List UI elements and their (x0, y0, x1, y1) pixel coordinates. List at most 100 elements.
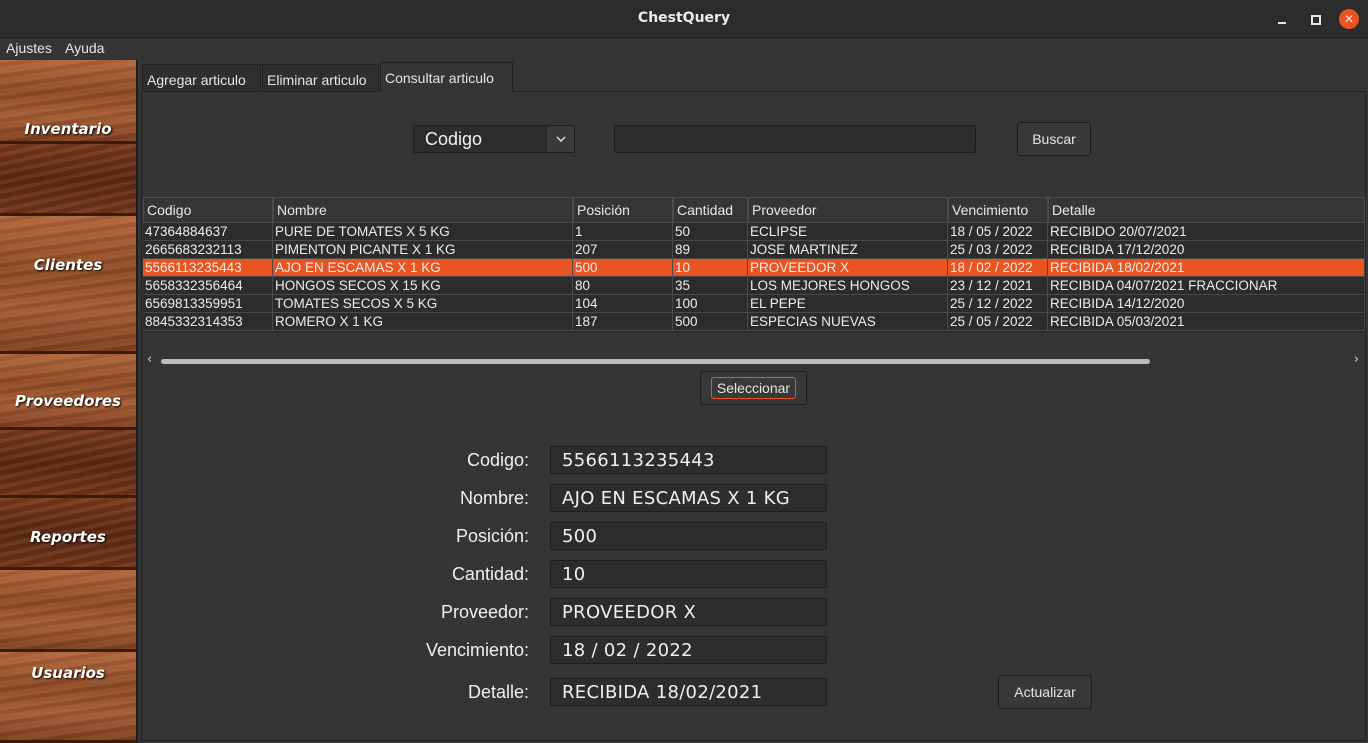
cell-vencimiento[interactable]: 25 / 12 / 2022 (948, 295, 1048, 313)
label-vencimiento: Vencimiento: (425, 640, 529, 660)
cell-posicion[interactable]: 187 (573, 313, 673, 331)
label-detalle: Detalle: (467, 682, 529, 702)
cell-codigo[interactable]: 2665683232113 (143, 241, 273, 259)
label-cantidad: Cantidad: (451, 564, 529, 584)
nombre-field[interactable]: AJO EN ESCAMAS X 1 KG (550, 484, 827, 512)
column-header-codigo[interactable]: Codigo (143, 197, 273, 223)
cell-cantidad[interactable]: 89 (673, 241, 748, 259)
close-icon[interactable]: ✕ (1339, 9, 1359, 29)
scroll-right-icon[interactable]: › (1354, 352, 1359, 367)
column-header-detalle[interactable]: Detalle (1048, 197, 1365, 223)
cell-nombre[interactable]: PIMENTON PICANTE X 1 KG (273, 241, 573, 259)
cell-detalle[interactable]: RECIBIDA 04/07/2021 FRACCIONAR (1048, 277, 1365, 295)
search-input[interactable] (614, 125, 976, 153)
scroll-left-icon[interactable]: ‹ (147, 352, 152, 367)
proveedor-field[interactable]: PROVEEDOR X (550, 598, 827, 626)
menu-ayuda[interactable]: Ayuda (65, 40, 104, 56)
window-title: ChestQuery (637, 10, 731, 26)
column-header-posicion[interactable]: Posición (573, 197, 673, 223)
update-button[interactable]: Actualizar (998, 675, 1092, 709)
cell-posicion[interactable]: 207 (573, 241, 673, 259)
title-bar[interactable]: ChestQuery ✕ (0, 0, 1368, 38)
label-posicion: Posición: (455, 526, 529, 546)
chevron-down-icon[interactable] (546, 126, 574, 152)
cell-nombre[interactable]: TOMATES SECOS X 5 KG (273, 295, 573, 313)
table-header: Codigo Nombre Posición Cantidad Proveedor Ven… (143, 197, 1365, 223)
cell-proveedor[interactable]: EL PEPE (748, 295, 948, 313)
cell-posicion[interactable]: 104 (573, 295, 673, 313)
cell-cantidad[interactable]: 100 (673, 295, 748, 313)
cantidad-field[interactable]: 10 (550, 560, 827, 588)
cell-proveedor[interactable]: PROVEEDOR X (748, 259, 948, 277)
scroll-track[interactable] (161, 359, 1353, 364)
search-field-select[interactable]: Codigo (413, 125, 575, 153)
tab-eliminar-articulo[interactable]: Eliminar articulo (262, 64, 379, 92)
cell-cantidad[interactable]: 35 (673, 277, 748, 295)
cell-codigo[interactable]: 8845332314353 (143, 313, 273, 331)
cell-vencimiento[interactable]: 25 / 05 / 2022 (948, 313, 1048, 331)
cell-proveedor[interactable]: JOSE MARTINEZ (748, 241, 948, 259)
table-row[interactable]: 6569813359951 TOMATES SECOS X 5 KG 104 100 E… (143, 295, 1365, 313)
cell-detalle[interactable]: RECIBIDA 05/03/2021 (1048, 313, 1365, 331)
cell-detalle[interactable]: RECIBIDA 18/02/2021 (1048, 259, 1365, 277)
detalle-field[interactable]: RECIBIDA 18/02/2021 (550, 678, 827, 706)
wood-plank (0, 144, 136, 216)
cell-nombre[interactable]: ROMERO X 1 KG (273, 313, 573, 331)
horizontal-scrollbar[interactable]: ‹ › (143, 352, 1365, 370)
table-row[interactable]: 5658332356464 HONGOS SECOS X 15 KG 80 35 LOS… (143, 277, 1365, 295)
label-nombre: Nombre: (459, 488, 529, 508)
cell-vencimiento[interactable]: 18 / 05 / 2022 (948, 223, 1048, 241)
vencimiento-field[interactable]: 18 / 02 / 2022 (550, 636, 827, 664)
sidebar-item-usuarios[interactable]: Usuarios (0, 664, 136, 682)
cell-detalle[interactable]: RECIBIDA 17/12/2020 (1048, 241, 1365, 259)
cell-vencimiento[interactable]: 18 / 02 / 2022 (948, 259, 1048, 277)
table-row[interactable]: 5566113235443 AJO EN ESCAMAS X 1 KG 500 10 P… (143, 259, 1365, 277)
cell-nombre[interactable]: PURE DE TOMATES X 5 KG (273, 223, 573, 241)
cell-vencimiento[interactable]: 25 / 03 / 2022 (948, 241, 1048, 259)
cell-posicion[interactable]: 80 (573, 277, 673, 295)
cell-codigo[interactable]: 6569813359951 (143, 295, 273, 313)
cell-codigo[interactable]: 47364884637 (143, 223, 273, 241)
cell-nombre[interactable]: AJO EN ESCAMAS X 1 KG (273, 259, 573, 277)
cell-proveedor[interactable]: ESPECIAS NUEVAS (748, 313, 948, 331)
articles-table: Codigo Nombre Posición Cantidad Proveedor Ven… (143, 197, 1365, 333)
cell-nombre[interactable]: HONGOS SECOS X 15 KG (273, 277, 573, 295)
wood-plank (0, 216, 136, 354)
sidebar-item-reportes[interactable]: Reportes (0, 528, 136, 546)
maximize-icon[interactable] (1305, 9, 1325, 29)
column-header-cantidad[interactable]: Cantidad (673, 197, 748, 223)
cell-detalle[interactable]: RECIBIDA 14/12/2020 (1048, 295, 1365, 313)
tab-agregar-articulo[interactable]: Agregar articulo (142, 64, 261, 92)
cell-proveedor[interactable]: ECLIPSE (748, 223, 948, 241)
cell-posicion[interactable]: 500 (573, 259, 673, 277)
cell-detalle[interactable]: RECIBIDO 20/07/2021 (1048, 223, 1365, 241)
cell-codigo[interactable]: 5566113235443 (143, 259, 273, 277)
table-row[interactable]: 8845332314353 ROMERO X 1 KG 187 500 ESPECIAS… (143, 313, 1365, 331)
sidebar-item-clientes[interactable]: Clientes (0, 256, 136, 274)
tab-consultar-articulo[interactable]: Consultar articulo (380, 62, 513, 92)
cell-posicion[interactable]: 1 (573, 223, 673, 241)
cell-codigo[interactable]: 5658332356464 (143, 277, 273, 295)
column-header-proveedor[interactable]: Proveedor (748, 197, 948, 223)
label-proveedor: Proveedor: (440, 602, 529, 622)
select-button[interactable]: Seleccionar (700, 371, 807, 405)
cell-cantidad[interactable]: 500 (673, 313, 748, 331)
menu-ajustes[interactable]: Ajustes (6, 40, 52, 56)
cell-cantidad[interactable]: 50 (673, 223, 748, 241)
sidebar-item-proveedores[interactable]: Proveedores (0, 392, 136, 410)
table-row[interactable]: 47364884637 PURE DE TOMATES X 5 KG 1 50 ECLI… (143, 223, 1365, 241)
posicion-field[interactable]: 500 (550, 522, 827, 550)
scroll-thumb[interactable] (161, 359, 1151, 364)
menu-bar: Ajustes Ayuda (0, 38, 1368, 60)
table-row[interactable]: 2665683232113 PIMENTON PICANTE X 1 KG 207 8… (143, 241, 1365, 259)
codigo-field[interactable]: 5566113235443 (550, 446, 827, 474)
cell-cantidad[interactable]: 10 (673, 259, 748, 277)
column-header-nombre[interactable]: Nombre (273, 197, 573, 223)
minimize-icon[interactable] (1272, 9, 1292, 29)
sidebar-item-inventario[interactable]: Inventario (0, 120, 136, 138)
column-header-vencimiento[interactable]: Vencimiento (948, 197, 1048, 223)
wood-plank (0, 570, 136, 652)
cell-vencimiento[interactable]: 23 / 12 / 2021 (948, 277, 1048, 295)
search-button[interactable]: Buscar (1017, 122, 1091, 156)
cell-proveedor[interactable]: LOS MEJORES HONGOS (748, 277, 948, 295)
